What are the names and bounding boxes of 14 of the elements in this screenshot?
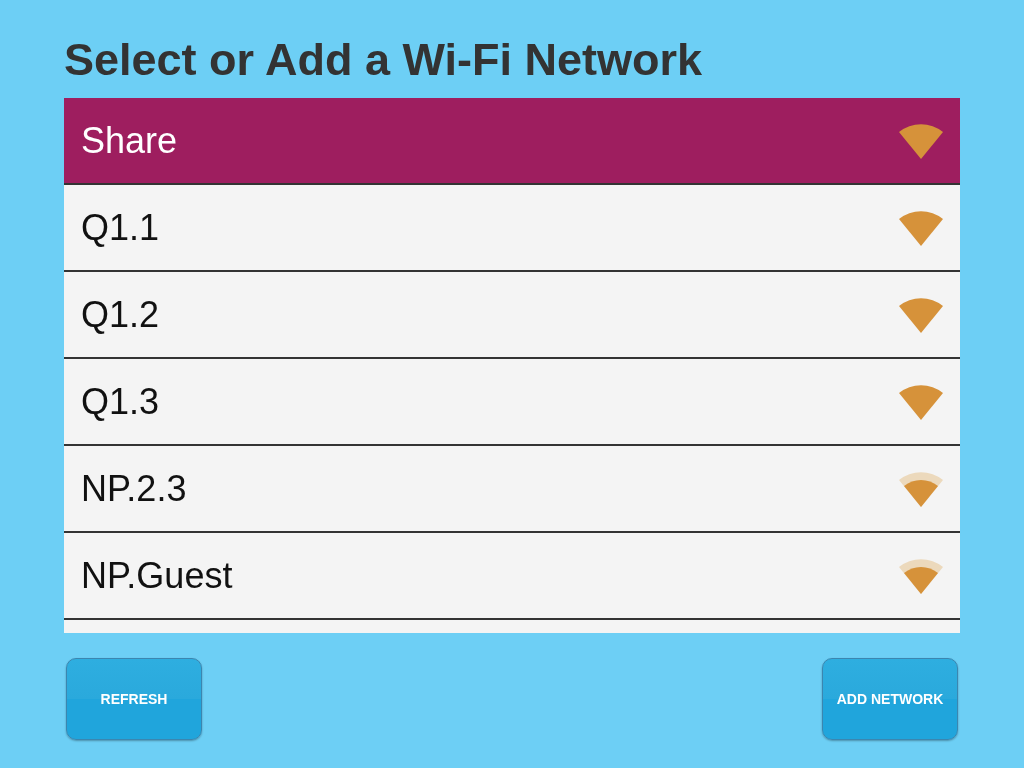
network-name: Q1.3 — [81, 379, 160, 424]
network-row[interactable]: Share — [64, 98, 960, 185]
page-title: Select or Add a Wi-Fi Network — [64, 33, 704, 87]
network-name: NP.2.3 — [81, 466, 187, 511]
wifi-signal-icon — [898, 383, 944, 420]
wifi-signal-icon — [898, 122, 944, 159]
wifi-signal-icon — [898, 209, 944, 246]
network-name: Q1.2 — [81, 292, 160, 337]
network-name: NP.Guest — [81, 553, 233, 598]
network-name: Share — [81, 118, 178, 163]
wifi-signal-icon — [898, 557, 944, 594]
wifi-signal-icon — [898, 296, 944, 333]
wifi-signal-icon — [898, 470, 944, 507]
network-name: Q1.1 — [81, 205, 160, 250]
